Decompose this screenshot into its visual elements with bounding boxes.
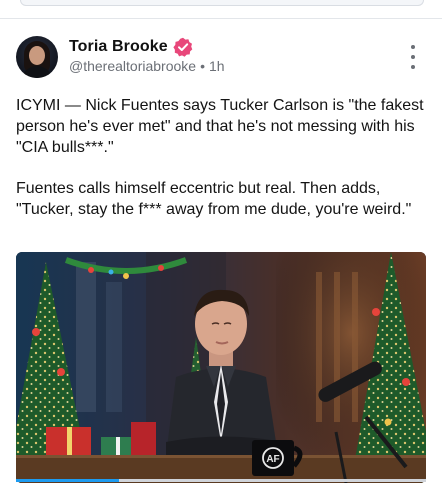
post-body: ICYMI — Nick Fuentes says Tucker Carlson… <box>16 95 426 240</box>
more-options-button[interactable] <box>404 45 422 69</box>
more-vertical-icon <box>411 45 415 49</box>
more-vertical-icon-dot-2 <box>411 55 415 59</box>
post-time[interactable]: 1h <box>209 58 225 74</box>
video-progress-fill <box>16 479 119 482</box>
previous-post-edge <box>0 0 442 19</box>
video-progress-bar[interactable] <box>16 479 426 482</box>
post-paragraph-1: ICYMI — Nick Fuentes says Tucker Carlson… <box>16 97 424 156</box>
more-vertical-icon-dot-3 <box>411 65 415 69</box>
separator-dot: • <box>200 58 205 74</box>
verified-badge-icon <box>173 37 193 57</box>
author-name[interactable]: Toria Brooke <box>69 38 168 56</box>
video-thumbnail: AF <box>16 252 426 483</box>
post-card[interactable]: Toria Brooke @therealtoriabrooke • 1h ICYM… <box>0 19 442 500</box>
mug-logo-text: AF <box>266 454 279 465</box>
avatar-face <box>29 46 45 65</box>
handle-row: @therealtoriabrooke • 1h <box>69 58 225 74</box>
author-handle[interactable]: @therealtoriabrooke <box>69 58 196 74</box>
author-row: Toria Brooke <box>69 37 193 57</box>
video-media[interactable]: AF <box>16 252 426 483</box>
avatar[interactable] <box>16 36 58 78</box>
previous-card-bottom <box>20 0 424 6</box>
post-paragraph-2: Fuentes calls himself eccentric but real… <box>16 180 412 218</box>
